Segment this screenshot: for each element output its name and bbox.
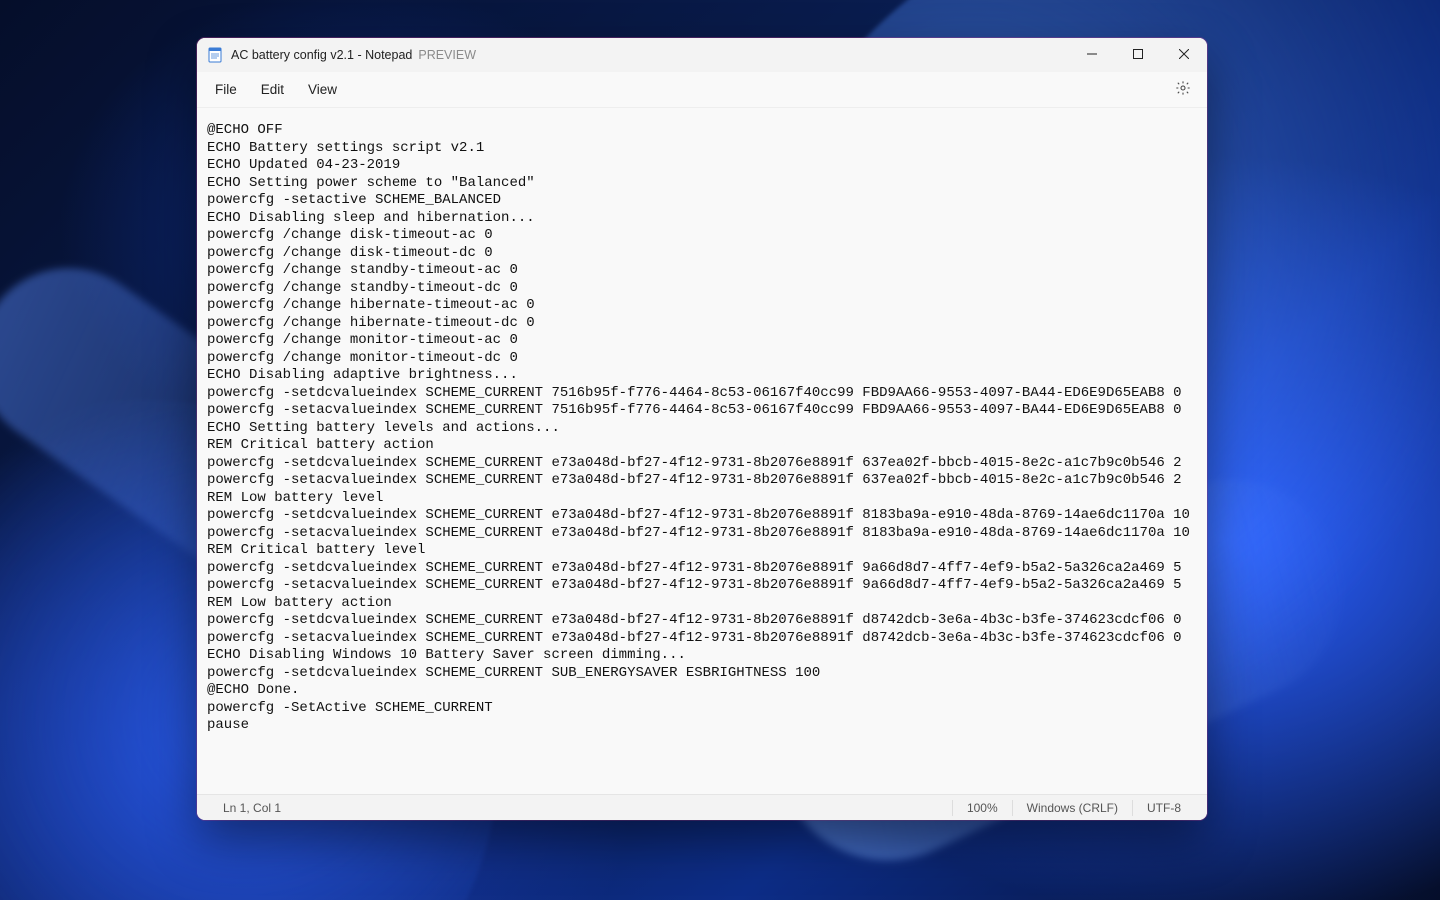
menubar: File Edit View	[197, 72, 1207, 108]
gear-icon	[1175, 84, 1191, 99]
settings-button[interactable]	[1165, 74, 1201, 105]
statusbar: Ln 1, Col 1 100% Windows (CRLF) UTF-8	[197, 794, 1207, 820]
minimize-button[interactable]	[1069, 38, 1115, 72]
status-cursor-position: Ln 1, Col 1	[209, 801, 295, 815]
maximize-button[interactable]	[1115, 38, 1161, 72]
menu-file[interactable]: File	[203, 76, 249, 103]
menu-view[interactable]: View	[296, 76, 349, 103]
maximize-icon	[1133, 48, 1143, 62]
text-editor[interactable]: @ECHO OFF ECHO Battery settings script v…	[197, 108, 1207, 794]
status-zoom[interactable]: 100%	[953, 801, 1012, 815]
notepad-window: AC battery config v2.1 - Notepad PREVIEW…	[197, 38, 1207, 820]
preview-tag: PREVIEW	[418, 48, 476, 62]
window-title: AC battery config v2.1 - Notepad	[231, 48, 412, 62]
minimize-icon	[1087, 48, 1097, 62]
status-encoding: UTF-8	[1133, 801, 1195, 815]
close-icon	[1179, 48, 1189, 62]
menu-edit[interactable]: Edit	[249, 76, 296, 103]
close-button[interactable]	[1161, 38, 1207, 72]
status-line-ending: Windows (CRLF)	[1013, 801, 1132, 815]
titlebar[interactable]: AC battery config v2.1 - Notepad PREVIEW	[197, 38, 1207, 72]
notepad-app-icon	[207, 47, 223, 63]
